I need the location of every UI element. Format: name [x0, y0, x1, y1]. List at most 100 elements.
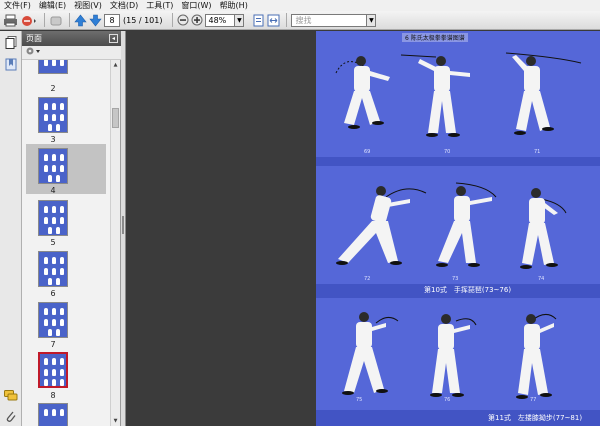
- search-dropdown-button[interactable]: ▼: [367, 13, 377, 27]
- scroll-up-icon[interactable]: ▲: [112, 61, 119, 69]
- thumbnail-page[interactable]: [38, 97, 68, 133]
- print-button[interactable]: [3, 13, 18, 28]
- figure-mark: [44, 217, 48, 224]
- menu-view[interactable]: 视图(V): [70, 0, 106, 11]
- panel-options-button[interactable]: [25, 46, 41, 59]
- menu-edit[interactable]: 编辑(E): [35, 0, 70, 11]
- photo-row-2: [336, 182, 567, 269]
- thumbnail-page[interactable]: [38, 60, 68, 74]
- figure-mark: [44, 358, 48, 365]
- thumbnail-label: 7: [50, 340, 56, 349]
- hand-icon: [50, 16, 62, 25]
- figure-mark: [60, 257, 64, 264]
- page-thumbnails-panel: 页面 ◂ 2 3 4 5 6 7 8 ▲ ▼: [22, 31, 121, 426]
- figure-mark: [44, 268, 48, 275]
- hand-tool-button[interactable]: [49, 13, 63, 28]
- figure-mark: [44, 379, 48, 386]
- figure-mark: [52, 217, 56, 224]
- next-page-button[interactable]: [89, 13, 102, 28]
- figure-mark: [52, 409, 56, 416]
- menu-window[interactable]: 窗口(W): [177, 0, 215, 11]
- figure-mark: [52, 319, 56, 326]
- zoom-level-input[interactable]: 48%: [205, 13, 236, 27]
- figure-number: 73: [452, 276, 459, 282]
- zoom-dropdown-button[interactable]: ▼: [235, 13, 245, 27]
- toolbar-separator: [172, 13, 174, 27]
- figure-mark: [44, 206, 48, 213]
- paperclip-icon: [6, 411, 16, 422]
- attachments-panel-button[interactable]: [4, 409, 18, 423]
- close-icon: ◂: [111, 35, 115, 42]
- thumbnail-page[interactable]: [38, 403, 68, 426]
- scrollbar-thumb[interactable]: [112, 108, 119, 128]
- thumbnail-page-displayed[interactable]: [38, 352, 68, 388]
- pages-panel-button[interactable]: [4, 35, 18, 49]
- zoom-out-icon: [177, 14, 189, 26]
- figure-number: 69: [364, 149, 371, 155]
- comments-panel-button[interactable]: [4, 389, 18, 403]
- figure-mark: [52, 114, 56, 121]
- toolbar-separator: [286, 13, 288, 27]
- navigation-rail: [0, 31, 22, 426]
- page-number-input[interactable]: 8: [104, 13, 120, 27]
- menu-file[interactable]: 文件(F): [0, 0, 35, 11]
- figure-mark: [52, 257, 56, 264]
- figure-mark: [52, 165, 56, 172]
- figure-mark: [44, 154, 48, 161]
- share-button[interactable]: [20, 13, 38, 28]
- close-panel-button[interactable]: ◂: [109, 34, 118, 43]
- figure-mark: [60, 114, 64, 121]
- thumbnail-list: 2 3 4 5 6 7 8: [22, 60, 110, 426]
- menu-help[interactable]: 帮助(H): [216, 0, 252, 11]
- thumbnail-page[interactable]: [38, 200, 68, 236]
- thumbnail-label: 6: [50, 289, 56, 298]
- figure-mark: [52, 308, 56, 315]
- separator-band: [316, 157, 600, 166]
- photo-row-1: [335, 52, 582, 137]
- figure-mark: [44, 257, 48, 264]
- figure-mark: [60, 268, 64, 275]
- bookmarks-panel-button[interactable]: [4, 57, 18, 71]
- scroll-down-icon[interactable]: ▼: [112, 417, 119, 425]
- toolbar-separator: [69, 13, 70, 27]
- options-icon: [26, 47, 40, 55]
- figure-number: 71: [534, 149, 541, 155]
- photo-row-3: [342, 312, 557, 399]
- thumbnail-page-current[interactable]: [38, 148, 68, 184]
- thumbnail-scrollbar[interactable]: ▲ ▼: [110, 60, 120, 426]
- menu-tools[interactable]: 工具(T): [142, 0, 177, 11]
- menu-bar: 文件(F) 编辑(E) 视图(V) 文档(D) 工具(T) 窗口(W) 帮助(H…: [0, 0, 600, 11]
- figure-mark: [60, 103, 64, 110]
- fit-width-button[interactable]: [267, 13, 280, 28]
- figure-mark: [52, 358, 56, 365]
- figure-number: 76: [444, 397, 451, 403]
- figure-mark: [60, 60, 64, 66]
- thumbnail-page[interactable]: [38, 302, 68, 338]
- chevron-down-icon: ▼: [237, 16, 242, 24]
- previous-page-button[interactable]: [74, 13, 87, 28]
- figure-mark: [60, 319, 64, 326]
- fit-page-button[interactable]: [252, 13, 265, 28]
- figure-mark: [60, 358, 64, 365]
- share-icon: [22, 15, 36, 26]
- document-view[interactable]: 6 陈氏太极拳拳谱图谱 69 70 71 72 73 74 第10式 手挥琵琶(…: [126, 31, 600, 426]
- figure-number: 77: [530, 397, 537, 403]
- figure-mark: [44, 319, 48, 326]
- panel-header: 页面 ◂: [22, 31, 121, 46]
- figure-number: 74: [538, 276, 545, 282]
- thumbnail-label: 3: [50, 135, 56, 144]
- figure-mark: [56, 175, 60, 182]
- panel-title: 页面: [26, 34, 42, 43]
- thumbnail-page[interactable]: [38, 251, 68, 287]
- figure-mark: [52, 60, 56, 66]
- pages-icon: [5, 35, 17, 49]
- zoom-in-button[interactable]: [191, 13, 203, 28]
- thumbnail-label: 4: [50, 186, 56, 195]
- zoom-out-button[interactable]: [177, 13, 189, 28]
- search-input[interactable]: 搜找: [291, 13, 368, 27]
- thumbnail-label: 2: [50, 84, 56, 93]
- splitter-grip[interactable]: [122, 216, 124, 234]
- section-caption: 第11式 左搂膝拗步(77~81): [488, 414, 583, 422]
- figure-mark: [52, 206, 56, 213]
- menu-document[interactable]: 文档(D): [106, 0, 142, 11]
